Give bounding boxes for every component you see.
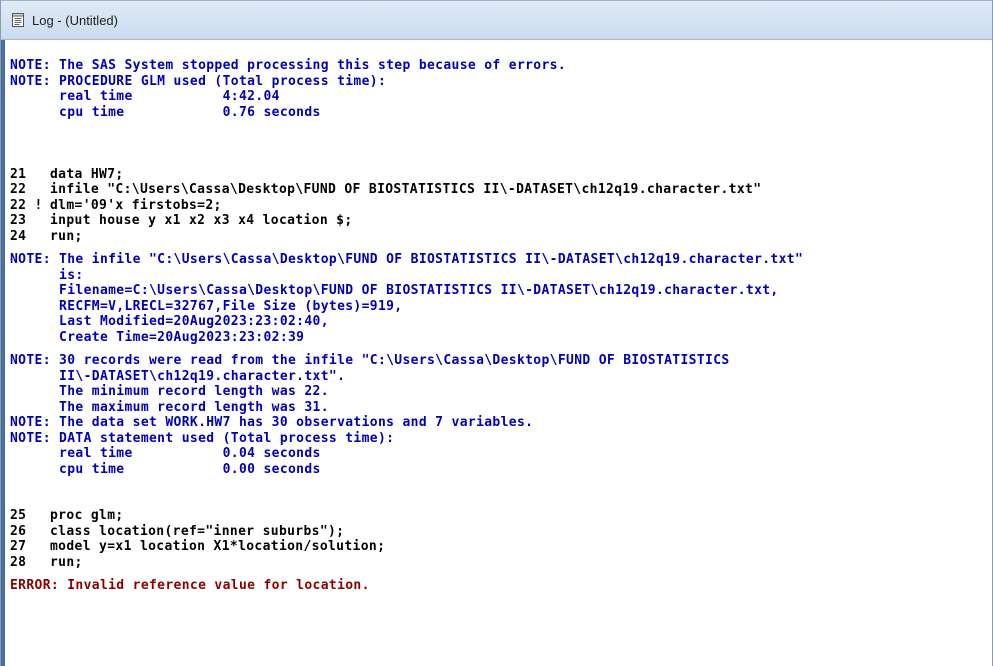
note-line: RECFM=V,LRECL=32767,File Size (bytes)=91… — [10, 299, 992, 315]
line-number: 26 — [10, 523, 27, 539]
log-message: NOTE: The data set WORK.HW7 has 30 obser… — [10, 415, 534, 430]
note-line: cpu time 0.76 seconds — [10, 105, 992, 121]
source-line: 21 data HW7; — [10, 167, 992, 183]
line-number: 21 — [10, 166, 27, 182]
log-message: is: — [10, 267, 84, 283]
line-number: 22 ! — [10, 197, 43, 213]
note-line: Create Time=20Aug2023:23:02:39 — [10, 330, 992, 346]
line-number: 28 — [10, 554, 27, 570]
source-code: run; — [50, 228, 83, 244]
source-code: class location(ref="inner suburbs"); — [50, 523, 345, 539]
note-line: NOTE: The infile "C:\Users\Cassa\Desktop… — [10, 252, 992, 268]
note-line: The maximum record length was 31. — [10, 400, 992, 416]
note-line: is: — [10, 268, 992, 284]
log-message: cpu time 0.76 seconds — [10, 104, 321, 120]
source-code: proc glm; — [50, 508, 124, 523]
note-line: II\-DATASET\ch12q19.character.txt". — [10, 369, 992, 385]
note-line: The minimum record length was 22. — [10, 384, 992, 400]
left-margin-bar — [1, 40, 5, 666]
log-message: RECFM=V,LRECL=32767,File Size (bytes)=91… — [10, 298, 403, 314]
line-number: 23 — [10, 213, 27, 228]
log-message: cpu time 0.00 seconds — [10, 461, 321, 477]
note-line: NOTE: PROCEDURE GLM used (Total process … — [10, 74, 992, 90]
log-message: real time 0.04 seconds — [10, 446, 321, 461]
note-line: real time 4:42.04 — [10, 89, 992, 105]
source-line: 22 ! dlm='09'x firstobs=2; — [10, 198, 992, 214]
source-line: 24 run; — [10, 229, 992, 245]
log-content[interactable]: NOTE: The SAS System stopped processing … — [1, 40, 992, 666]
note-line: Filename=C:\Users\Cassa\Desktop\FUND OF … — [10, 283, 992, 299]
title-bar[interactable]: Log - (Untitled) — [1, 0, 992, 40]
log-message: The minimum record length was 22. — [10, 384, 329, 399]
log-message: II\-DATASET\ch12q19.character.txt". — [10, 368, 346, 384]
source-code: infile "C:\Users\Cassa\Desktop\FUND OF B… — [50, 182, 762, 197]
source-code: data HW7; — [50, 166, 124, 182]
source-line: 26 class location(ref="inner suburbs"); — [10, 524, 992, 540]
line-number: 24 — [10, 228, 27, 244]
note-line: NOTE: The SAS System stopped processing … — [10, 58, 992, 74]
source-code: run; — [50, 554, 83, 570]
line-number: 27 — [10, 539, 27, 554]
document-lines-icon — [12, 13, 24, 27]
note-line: NOTE: The data set WORK.HW7 has 30 obser… — [10, 415, 992, 431]
source-line: 28 run; — [10, 555, 992, 571]
log-message: The maximum record length was 31. — [10, 399, 329, 415]
line-number: 25 — [10, 508, 27, 523]
log-text[interactable]: NOTE: The SAS System stopped processing … — [10, 58, 992, 594]
source-line: 23 input house y x1 x2 x3 x4 location $; — [10, 213, 992, 229]
source-code: input house y x1 x2 x3 x4 location $; — [50, 213, 353, 228]
source-line: 22 infile "C:\Users\Cassa\Desktop\FUND OF… — [10, 182, 992, 198]
log-message: NOTE: PROCEDURE GLM used (Total process … — [10, 73, 387, 89]
note-line: cpu time 0.00 seconds — [10, 462, 992, 478]
error-line: ERROR: Invalid reference value for locat… — [10, 578, 992, 594]
log-message: NOTE: DATA statement used (Total process… — [10, 430, 395, 446]
log-message: NOTE: 30 records were read from the infi… — [10, 353, 730, 368]
log-message: NOTE: The SAS System stopped processing … — [10, 58, 567, 73]
line-number: 22 — [10, 182, 27, 197]
source-line: 25 proc glm; — [10, 508, 992, 524]
note-line: Last Modified=20Aug2023:23:02:40, — [10, 314, 992, 330]
window-title: Log - (Untitled) — [32, 12, 118, 28]
log-message: Last Modified=20Aug2023:23:02:40, — [10, 314, 329, 329]
note-line: NOTE: DATA statement used (Total process… — [10, 431, 992, 447]
log-message: Filename=C:\Users\Cassa\Desktop\FUND OF … — [10, 283, 779, 298]
log-message: Create Time=20Aug2023:23:02:39 — [10, 329, 305, 345]
log-window: Log - (Untitled) NOTE: The SAS System st… — [0, 0, 993, 666]
log-message: ERROR: Invalid reference value for locat… — [10, 578, 370, 593]
log-message: NOTE: The infile "C:\Users\Cassa\Desktop… — [10, 252, 804, 267]
log-message: real time 4:42.04 — [10, 89, 280, 104]
note-line: NOTE: 30 records were read from the infi… — [10, 353, 992, 369]
source-line: 27 model y=x1 location X1*location/soluti… — [10, 539, 992, 555]
source-code: model y=x1 location X1*location/solution… — [50, 539, 386, 554]
note-line: real time 0.04 seconds — [10, 446, 992, 462]
source-code: dlm='09'x firstobs=2; — [50, 197, 222, 213]
